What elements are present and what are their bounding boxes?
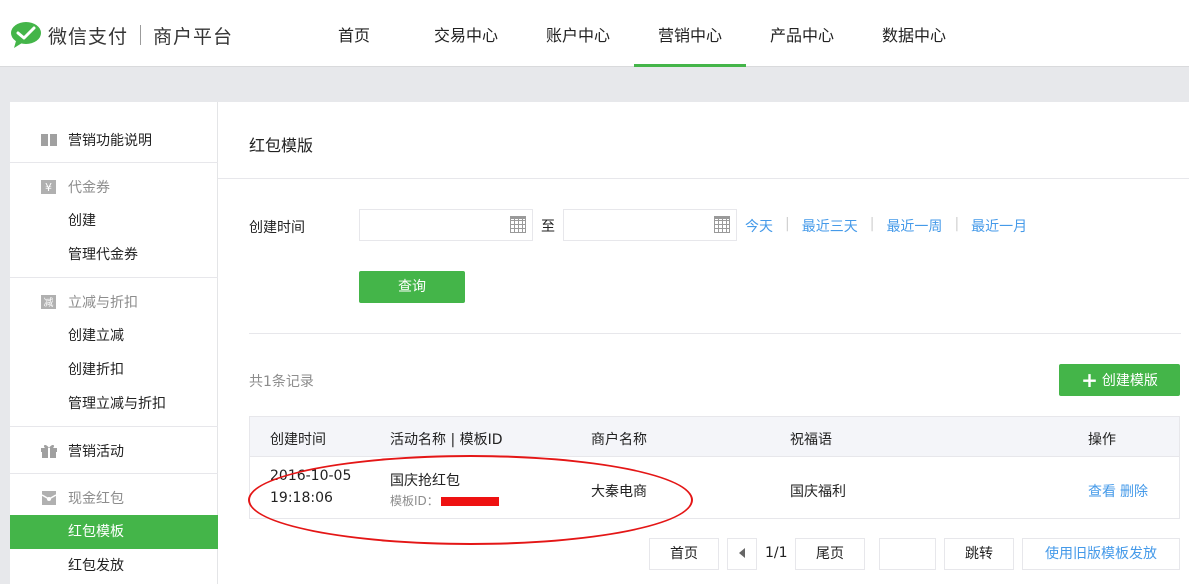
sidebar-group-cash-redpack: 现金红包 [10, 481, 218, 515]
nav-products[interactable]: 产品中心 [746, 0, 858, 67]
nav-transactions[interactable]: 交易中心 [410, 0, 522, 67]
calendar-icon[interactable] [714, 216, 730, 233]
sidebar-divider [10, 473, 218, 474]
sidebar-group-voucher: ¥ 代金券 [10, 170, 218, 204]
brand-name: 微信支付 [48, 25, 129, 48]
old-template-button[interactable]: 使用旧版模板发放 [1022, 538, 1180, 570]
sidebar-group-label: 代金券 [68, 180, 110, 196]
calendar-icon[interactable] [510, 216, 526, 233]
quick-week-link[interactable]: 最近一周 [886, 216, 942, 236]
caret-left-icon [737, 546, 747, 562]
link-separator: | [869, 216, 875, 232]
logo[interactable]: 微信支付 商户平台 [10, 19, 233, 51]
top-bar: 微信支付 商户平台 首页 交易中心 账户中心 营销中心 产品中心 数据中心 [0, 0, 1189, 67]
sidebar-divider [10, 277, 218, 278]
jump-page-input[interactable] [879, 538, 936, 570]
sidebar-item-manage-discount[interactable]: 管理立减与折扣 [10, 387, 218, 421]
row-blessing: 国庆福利 [790, 484, 846, 500]
quick-date-links: 今天 | 最近三天 | 最近一周 | 最近一月 [745, 216, 1027, 236]
sidebar-item-create-reduction[interactable]: 创建立减 [10, 319, 218, 353]
main-panel: 红包模版 创建时间 至 今天 | 最近三天 | 最近一周 | 最近一月 查询 共… [218, 102, 1189, 584]
sidebar-item-create-discount[interactable]: 创建折扣 [10, 353, 218, 387]
nav-home[interactable]: 首页 [298, 0, 410, 67]
page-info: 1/1 [765, 545, 788, 561]
create-time-label: 创建时间 [249, 220, 305, 236]
sidebar-divider [10, 426, 218, 427]
view-link[interactable]: 查看 [1088, 481, 1116, 501]
page-title: 红包模版 [249, 136, 314, 155]
sidebar-item-redpack-template[interactable]: 红包模板 [10, 515, 218, 549]
create-template-label: 创建模版 [1101, 373, 1158, 389]
sidebar-group-label: 立减与折扣 [68, 295, 138, 311]
nav-data[interactable]: 数据中心 [858, 0, 970, 67]
sidebar-divider [10, 162, 218, 163]
reduce-icon: 减 [40, 294, 58, 310]
col-create-time: 创建时间 [270, 432, 326, 448]
record-count: 共1条记录 [249, 374, 314, 390]
section-divider [249, 333, 1181, 334]
title-divider [218, 178, 1189, 179]
delete-link[interactable]: 删除 [1120, 481, 1148, 501]
sidebar-item-create-voucher[interactable]: 创建 [10, 204, 218, 238]
brand-subtitle: 商户平台 [153, 25, 234, 48]
plus-icon: + [1081, 368, 1098, 392]
col-blessing: 祝福语 [790, 432, 832, 448]
red-packet-icon [40, 490, 58, 506]
link-separator: | [785, 216, 790, 232]
sidebar-group-label: 现金红包 [68, 491, 124, 507]
wechat-pay-logo-icon [10, 21, 42, 49]
sidebar-item-manage-voucher[interactable]: 管理代金券 [10, 238, 218, 272]
table-header: 创建时间 活动名称 | 模板ID 商户名称 祝福语 操作 [250, 417, 1179, 457]
date-range-to: 至 [541, 219, 555, 235]
link-separator: | [954, 216, 960, 232]
quick-3days-link[interactable]: 最近三天 [802, 216, 858, 236]
start-date-input[interactable] [359, 209, 533, 241]
quick-today-link[interactable]: 今天 [745, 216, 773, 236]
last-page-button[interactable]: 尾页 [795, 538, 865, 570]
nav-marketing[interactable]: 营销中心 [634, 0, 746, 67]
sidebar: 营销功能说明 ¥ 代金券 创建 管理代金券 减 立减与折扣 创建立减 创建折扣 … [10, 102, 218, 584]
create-template-button[interactable]: + 创建模版 [1059, 364, 1180, 396]
svg-text:¥: ¥ [45, 181, 52, 194]
col-activity-name: 活动名称 | 模板ID [390, 432, 503, 448]
sidebar-item-label: 营销活动 [68, 444, 124, 460]
svg-text:减: 减 [44, 297, 54, 309]
book-icon [40, 132, 58, 148]
quick-month-link[interactable]: 最近一月 [971, 216, 1027, 236]
sidebar-group-discount: 减 立减与折扣 [10, 285, 218, 319]
sidebar-item-label: 营销功能说明 [68, 133, 152, 149]
jump-button[interactable]: 跳转 [944, 538, 1014, 570]
nav-account[interactable]: 账户中心 [522, 0, 634, 67]
col-merchant: 商户名称 [591, 432, 647, 448]
sidebar-item-marketing-activity[interactable]: 营销活动 [10, 434, 218, 468]
col-actions: 操作 [1088, 432, 1116, 448]
sidebar-item-redpack-send[interactable]: 红包发放 [10, 549, 218, 583]
end-date-input[interactable] [563, 209, 737, 241]
brand-divider [140, 25, 142, 45]
gift-icon [40, 443, 58, 459]
first-page-button[interactable]: 首页 [649, 538, 719, 570]
main-nav: 首页 交易中心 账户中心 营销中心 产品中心 数据中心 [298, 0, 970, 67]
prev-page-button[interactable] [727, 538, 757, 570]
annotation-oval [248, 455, 693, 545]
yen-icon: ¥ [40, 179, 58, 195]
sidebar-item-marketing-intro[interactable]: 营销功能说明 [10, 123, 218, 157]
query-button[interactable]: 查询 [359, 271, 465, 303]
